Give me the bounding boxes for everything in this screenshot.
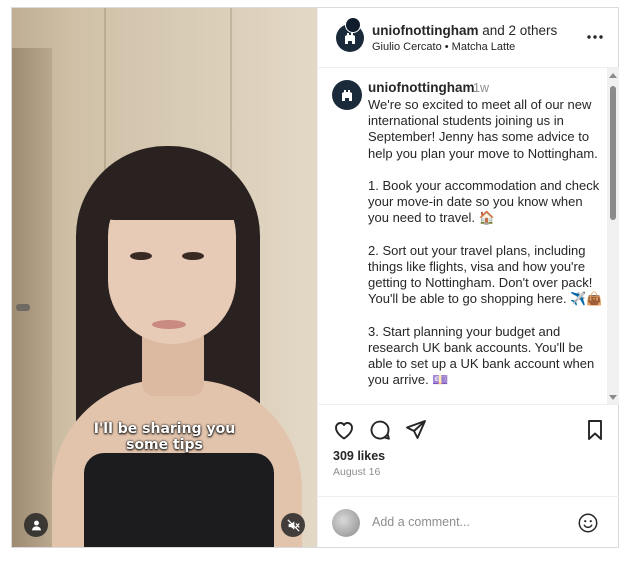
smiley-icon[interactable] xyxy=(577,512,599,534)
caption-username[interactable]: uniofnottingham xyxy=(368,80,474,95)
scroll-down-arrow-icon[interactable] xyxy=(609,395,617,400)
person-icon xyxy=(31,520,41,530)
subtitle-line: some tips xyxy=(126,437,203,453)
person-fringe xyxy=(100,158,246,220)
castle-logo-icon xyxy=(342,90,352,101)
more-horizontal-icon[interactable] xyxy=(585,27,605,47)
bookmark-icon[interactable] xyxy=(583,418,607,442)
collaborators-link[interactable]: and 2 others xyxy=(478,23,557,38)
audio-attribution[interactable]: Giulio Cercato • Matcha Latte xyxy=(372,41,515,53)
likes-count[interactable]: 309 likes xyxy=(333,449,385,463)
mute-button[interactable] xyxy=(281,513,305,537)
comment-icon[interactable] xyxy=(368,418,392,442)
person-eye xyxy=(182,252,204,260)
post-authors: uniofnottingham and 2 others xyxy=(372,22,557,39)
castle-logo-icon xyxy=(345,33,355,44)
send-icon[interactable] xyxy=(404,418,428,442)
comment-input[interactable] xyxy=(372,512,572,532)
heart-icon[interactable] xyxy=(332,418,356,442)
caption-author-avatar[interactable] xyxy=(332,80,362,110)
person-eye xyxy=(130,252,152,260)
scrollbar[interactable] xyxy=(607,68,619,404)
caption-timestamp[interactable]: 1w xyxy=(473,81,489,95)
subtitle-line: I'll be sharing you xyxy=(93,421,236,437)
post-dialog: I'll be sharing you some tips uniofnotti… xyxy=(11,7,619,548)
speaker-muted-icon xyxy=(286,518,300,532)
post-actions xyxy=(318,418,619,446)
collaborator-avatar xyxy=(346,18,360,32)
viewer-avatar xyxy=(332,509,360,537)
person-mouth xyxy=(152,320,186,329)
caption-text: We're so excited to meet all of our new … xyxy=(368,97,603,388)
tagged-users-button[interactable] xyxy=(24,513,48,537)
reel-video[interactable]: I'll be sharing you some tips xyxy=(12,8,317,547)
door-handle xyxy=(16,304,30,311)
scrollbar-thumb[interactable] xyxy=(610,86,616,220)
author-username-link[interactable]: uniofnottingham xyxy=(372,23,478,38)
comments-scroll-area[interactable]: uniofnottingham 1w We're so excited to m… xyxy=(318,68,619,405)
post-date[interactable]: August 16 xyxy=(333,466,380,478)
scroll-up-arrow-icon[interactable] xyxy=(609,73,617,78)
post-side-panel: uniofnottingham and 2 others Giulio Cerc… xyxy=(317,8,619,547)
person-top xyxy=(84,453,274,547)
comment-composer xyxy=(318,496,619,547)
post-header: uniofnottingham and 2 others Giulio Cerc… xyxy=(318,8,619,68)
video-subtitle: I'll be sharing you some tips xyxy=(12,421,317,453)
door-frame xyxy=(12,48,52,547)
